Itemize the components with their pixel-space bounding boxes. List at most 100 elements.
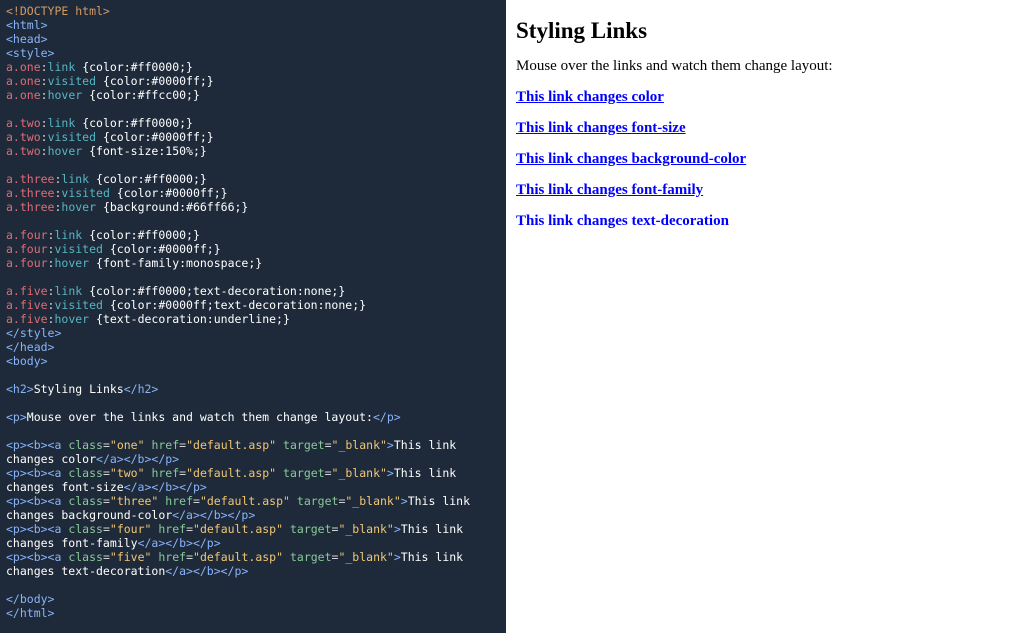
code-attr: target (283, 438, 325, 452)
css-rule: {text-decoration:underline;} (89, 312, 290, 326)
link-changes-color[interactable]: This link changes color (516, 89, 664, 105)
css-pseudo: link (61, 172, 89, 186)
code-value: "two" (110, 466, 145, 480)
code-value: "_blank" (345, 494, 400, 508)
code-attr: href (151, 438, 179, 452)
css-rule: {color:#0000ff;} (103, 242, 221, 256)
code-attr: class (68, 438, 103, 452)
code-value: "_blank" (338, 550, 393, 564)
code-attr: target (290, 550, 332, 564)
code-tag: <p> (6, 410, 27, 424)
code-text: changes color (6, 452, 96, 466)
code-tag: <p><b><a (6, 466, 61, 480)
css-rule: {color:#ff0000;} (75, 60, 193, 74)
code-attr: target (283, 466, 325, 480)
css-selector: a.three (6, 186, 54, 200)
code-line: <!DOCTYPE html> (6, 4, 110, 18)
code-value: "_blank" (332, 466, 387, 480)
code-line: </style> (6, 326, 61, 340)
code-tag: </p> (373, 410, 401, 424)
link-changes-background-color[interactable]: This link changes background-color (516, 151, 746, 167)
css-rule: {color:#ff0000;text-decoration:none;} (82, 284, 345, 298)
code-attr: href (158, 550, 186, 564)
code-text: changes font-size (6, 480, 124, 494)
css-selector: a.four (6, 242, 48, 256)
css-pseudo: visited (54, 242, 102, 256)
code-value: "_blank" (332, 438, 387, 452)
code-attr: target (290, 522, 332, 536)
code-attr: href (151, 466, 179, 480)
code-text: Styling Links (34, 382, 124, 396)
code-tag: <p><b><a (6, 550, 61, 564)
code-text: changes text-decoration (6, 564, 165, 578)
code-text: This link (394, 438, 456, 452)
css-rule: {color:#ff0000;} (75, 116, 193, 130)
code-line: <head> (6, 32, 48, 46)
css-pseudo: visited (48, 130, 96, 144)
link-changes-text-decoration[interactable]: This link changes text-decoration (516, 213, 729, 229)
code-value: "default.asp" (186, 438, 276, 452)
code-attr: class (68, 522, 103, 536)
code-attr: class (68, 550, 103, 564)
code-line: <html> (6, 18, 48, 32)
code-tag: </a></b></p> (96, 452, 179, 466)
code-tag: </h2> (124, 382, 159, 396)
code-attr: class (68, 494, 103, 508)
css-rule: {color:#0000ff;} (96, 130, 214, 144)
code-attr: href (165, 494, 193, 508)
code-tag: <p><b><a (6, 522, 61, 536)
code-tag: </a></b></p> (124, 480, 207, 494)
css-pseudo: visited (61, 186, 109, 200)
css-rule: {color:#0000ff;text-decoration:none;} (103, 298, 366, 312)
code-value: "default.asp" (200, 494, 290, 508)
css-selector: a.one (6, 60, 41, 74)
code-value: "default.asp" (193, 550, 283, 564)
code-attr: class (68, 466, 103, 480)
code-value: "three" (110, 494, 158, 508)
code-tag: <p><b><a (6, 494, 61, 508)
code-value: "default.asp" (193, 522, 283, 536)
code-tag: </a></b></p> (165, 564, 248, 578)
css-selector: a.four (6, 228, 48, 242)
code-text: This link (394, 466, 456, 480)
css-selector: a.five (6, 312, 48, 326)
code-tag: <p><b><a (6, 438, 61, 452)
code-text: changes font-family (6, 536, 138, 550)
css-selector: a.three (6, 172, 54, 186)
css-selector: a.three (6, 200, 54, 214)
link-changes-font-family[interactable]: This link changes font-family (516, 182, 703, 198)
code-attr: target (297, 494, 339, 508)
css-selector: a.two (6, 144, 41, 158)
css-selector: a.five (6, 298, 48, 312)
css-pseudo: link (54, 284, 82, 298)
css-pseudo: link (48, 116, 76, 130)
css-pseudo: link (54, 228, 82, 242)
code-value: "_blank" (338, 522, 393, 536)
code-value: "five" (110, 550, 152, 564)
intro-text: Mouse over the links and watch them chan… (516, 58, 1001, 75)
code-text: This link (401, 522, 463, 536)
code-line: <body> (6, 354, 48, 368)
css-pseudo: link (48, 60, 76, 74)
css-rule: {color:#ff0000;} (82, 228, 200, 242)
css-rule: {color:#0000ff;} (96, 74, 214, 88)
css-rule: {color:#0000ff;} (110, 186, 228, 200)
code-text: This link (408, 494, 470, 508)
code-text: This link (401, 550, 463, 564)
code-editor[interactable]: <!DOCTYPE html> <html> <head> <style> a.… (0, 0, 506, 633)
css-selector: a.one (6, 88, 41, 102)
css-selector: a.five (6, 284, 48, 298)
link-changes-font-size[interactable]: This link changes font-size (516, 120, 686, 136)
css-selector: a.two (6, 116, 41, 130)
code-value: "default.asp" (186, 466, 276, 480)
code-tag: </a></b></p> (172, 508, 255, 522)
code-line: </html> (6, 606, 54, 620)
css-rule: {color:#ff0000;} (89, 172, 207, 186)
code-line: </body> (6, 592, 54, 606)
css-pseudo: visited (48, 74, 96, 88)
css-pseudo: hover (61, 200, 96, 214)
code-attr: href (158, 522, 186, 536)
code-line: </head> (6, 340, 54, 354)
code-value: "one" (110, 438, 145, 452)
css-selector: a.four (6, 256, 48, 270)
